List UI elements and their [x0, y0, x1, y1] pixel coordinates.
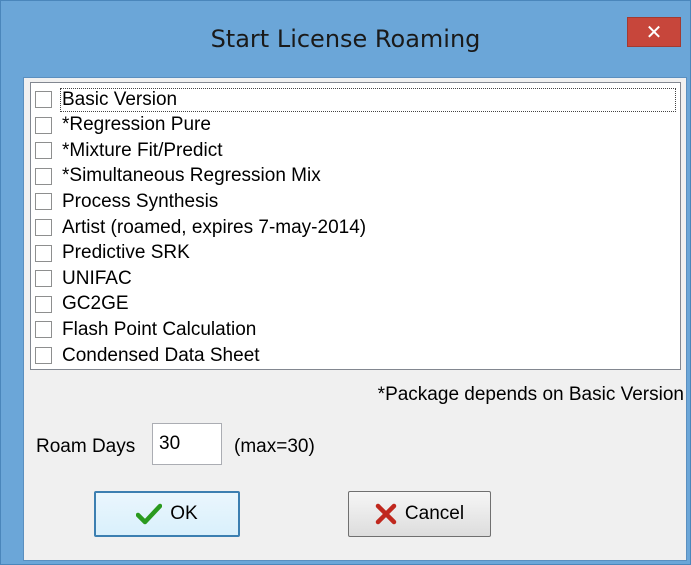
- package-label: *Mixture Fit/Predict: [62, 139, 223, 161]
- package-label: Flash Point Calculation: [62, 318, 257, 340]
- package-list-item[interactable]: Basic Version: [35, 87, 676, 112]
- package-list-item[interactable]: Condensed Data Sheet: [35, 343, 675, 368]
- ok-label: OK: [170, 503, 198, 524]
- package-list-item[interactable]: GC2GE: [35, 292, 675, 317]
- x-mark-icon: [375, 503, 397, 525]
- package-list-item[interactable]: Artist (roamed, expires 7-may-2014): [35, 215, 675, 240]
- checkmark-icon: [136, 503, 163, 525]
- package-label: Process Synthesis: [62, 190, 219, 212]
- package-checkbox[interactable]: [35, 270, 52, 288]
- package-checkbox[interactable]: [35, 167, 52, 185]
- title-bar[interactable]: Start License Roaming ✕: [1, 1, 690, 63]
- roam-days-max: (max=30): [234, 436, 315, 457]
- package-label: *Regression Pure: [62, 114, 211, 136]
- dialog-title: Start License Roaming: [210, 25, 481, 53]
- dialog-window: Start License Roaming ✕ Basic Version *Re…: [0, 0, 691, 565]
- package-label: Artist (roamed, expires 7-may-2014): [62, 216, 367, 238]
- package-checkbox[interactable]: [35, 244, 52, 262]
- package-label: UNIFAC: [62, 267, 132, 289]
- package-checkbox[interactable]: [35, 219, 52, 236]
- package-list-item[interactable]: *Regression Pure: [35, 113, 675, 138]
- close-icon: ✕: [645, 20, 663, 44]
- package-checkbox[interactable]: [35, 142, 52, 160]
- package-checklist[interactable]: Basic Version *Regression Pure *Mixture Fi…: [30, 82, 681, 370]
- dialog-client-area: Basic Version *Regression Pure *Mixture Fi…: [23, 77, 687, 561]
- package-checkbox[interactable]: [35, 347, 52, 364]
- package-label: GC2GE: [62, 293, 129, 315]
- package-label: *Simultaneous Regression Mix: [62, 165, 321, 187]
- package-list-item[interactable]: Process Synthesis: [35, 189, 675, 214]
- package-label: Predictive SRK: [62, 242, 190, 264]
- dependency-note: *Package depends on Basic Version: [377, 384, 684, 405]
- cancel-label: Cancel: [404, 503, 465, 524]
- roam-days-input[interactable]: [152, 423, 222, 465]
- package-checkbox[interactable]: [35, 116, 52, 134]
- package-list-item[interactable]: UNIFAC: [35, 266, 675, 291]
- package-list-item[interactable]: Flash Point Calculation: [35, 317, 675, 342]
- package-list-item[interactable]: *Mixture Fit/Predict: [35, 138, 675, 163]
- close-button[interactable]: ✕: [627, 17, 681, 47]
- package-list-item[interactable]: Predictive SRK: [35, 241, 675, 266]
- cancel-button[interactable]: Cancel: [348, 491, 491, 537]
- package-list-item[interactable]: *Simultaneous Regression Mix: [35, 164, 675, 189]
- package-label: Condensed Data Sheet: [62, 344, 260, 366]
- package-checkbox[interactable]: [35, 91, 52, 108]
- package-label: Basic Version: [60, 87, 676, 112]
- ok-button[interactable]: OK: [94, 491, 240, 537]
- package-checkbox[interactable]: [35, 193, 52, 211]
- package-checkbox[interactable]: [35, 321, 52, 339]
- package-checkbox[interactable]: [35, 295, 52, 313]
- roam-days-label: Roam Days: [36, 436, 136, 457]
